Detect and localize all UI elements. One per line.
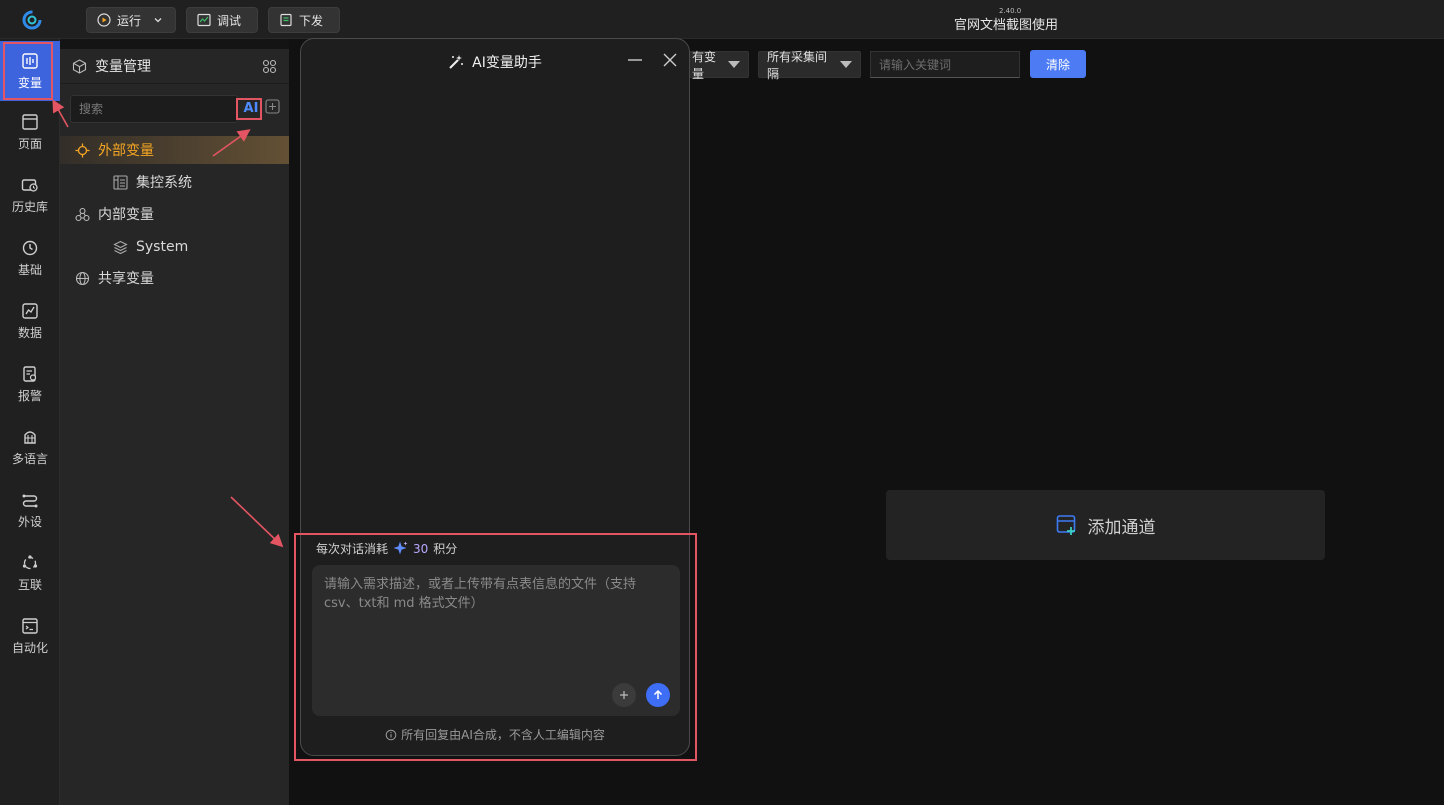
ai-disclaimer: 所有回复由AI合成，不含人工编辑内容 <box>301 726 689 743</box>
variable-panel-header: 变量管理 <box>60 49 289 84</box>
run-button[interactable]: 运行 <box>86 7 176 33</box>
layers-icon <box>113 240 128 254</box>
magic-wand-icon <box>449 55 464 69</box>
nav-label: 报警 <box>17 388 42 403</box>
nav-label: 数据 <box>17 325 42 340</box>
cost-value: 30 <box>413 541 429 556</box>
basic-icon <box>22 240 38 255</box>
send-button[interactable] <box>646 683 670 707</box>
arrow-up-icon <box>653 689 663 699</box>
nav-item-peripheral[interactable]: 外设 <box>0 480 60 540</box>
clear-button[interactable]: 清除 <box>1030 50 1086 78</box>
variable-panel: 变量管理 AI 外部变量 集控系统 内部变量 System 共享变量 <box>60 49 289 805</box>
disclaimer-text: 所有回复由AI合成，不含人工编辑内容 <box>401 728 605 742</box>
cost-info: 每次对话消耗 30 积分 <box>316 540 457 557</box>
nav-item-interconnect[interactable]: 互联 <box>0 543 60 603</box>
nav-item-data[interactable]: 数据 <box>0 291 60 351</box>
add-channel-button[interactable]: 添加通道 <box>886 490 1325 560</box>
target-icon <box>75 143 90 157</box>
play-icon <box>97 13 111 27</box>
nav-label: 自动化 <box>11 640 48 655</box>
variable-panel-title: 变量管理 <box>95 59 151 75</box>
attach-file-button[interactable] <box>612 683 636 707</box>
nav-label: 基础 <box>17 262 42 277</box>
tree-item-label: 共享变量 <box>98 271 154 287</box>
ai-assistant-dialog: AI变量助手 每次对话消耗 30 积分 所有回复由AI合成，不含人工编辑内容 <box>300 38 690 756</box>
debug-button[interactable]: 调试 <box>186 7 258 33</box>
cube-icon <box>72 58 87 74</box>
nav-label: 变量 <box>17 75 42 90</box>
language-icon <box>24 430 36 444</box>
chat-input-box <box>312 565 680 716</box>
nav-label: 页面 <box>17 136 42 151</box>
add-channel-label: 添加通道 <box>1087 517 1156 538</box>
page-icon <box>22 113 38 130</box>
close-icon[interactable] <box>661 51 679 69</box>
data-icon <box>22 302 38 319</box>
add-icon[interactable] <box>265 99 280 114</box>
tree-item-shared-variables[interactable]: 共享变量 <box>60 264 289 292</box>
nav-label: 外设 <box>17 514 42 529</box>
nav-item-language[interactable]: 多语言 <box>0 417 60 477</box>
grid-icon[interactable] <box>262 59 277 74</box>
nav-item-page[interactable]: 页面 <box>0 102 60 162</box>
nav-label: 历史库 <box>11 199 48 214</box>
chevron-down-icon <box>154 18 162 23</box>
debug-icon <box>197 13 211 27</box>
variable-icon <box>22 52 38 69</box>
info-icon <box>385 729 397 740</box>
tree-item-label: 内部变量 <box>98 207 154 223</box>
ai-label: AI <box>243 100 259 116</box>
interval-filter-select[interactable]: 所有采集间隔 <box>758 50 861 81</box>
peripheral-icon <box>22 494 38 507</box>
minimize-icon[interactable] <box>626 51 644 69</box>
automation-icon <box>22 617 38 634</box>
nodes-icon <box>75 207 90 221</box>
nav-item-automation[interactable]: 自动化 <box>0 606 60 666</box>
tree-item-system[interactable]: System <box>60 233 289 261</box>
nav-item-alarm[interactable]: 报警 <box>0 354 60 414</box>
deploy-button[interactable]: 下发 <box>268 7 340 33</box>
plus-icon <box>620 691 628 699</box>
tree-item-label: 集控系统 <box>136 175 192 191</box>
run-label: 运行 <box>117 13 142 28</box>
caret-down-icon <box>728 61 740 68</box>
keyword-input[interactable] <box>870 51 1020 78</box>
interconnect-icon <box>22 554 38 569</box>
globe-icon <box>75 271 90 285</box>
tree-item-label: System <box>136 239 189 255</box>
deploy-icon <box>280 13 292 27</box>
search-row: AI <box>70 95 320 123</box>
tree-item-internal-variables[interactable]: 内部变量 <box>60 200 289 228</box>
app-logo-icon <box>22 10 42 30</box>
nav-item-basic[interactable]: 基础 <box>0 228 60 288</box>
system-panel-icon <box>113 174 128 190</box>
cost-prefix: 每次对话消耗 <box>316 542 389 556</box>
search-input[interactable] <box>70 95 238 123</box>
tree-item-label: 外部变量 <box>98 143 154 159</box>
nav-label: 多语言 <box>11 451 48 466</box>
nav-label: 互联 <box>17 577 42 592</box>
top-bar: 运行 调试 下发 2.40.0 官网文档截图使用 <box>0 0 1444 39</box>
ai-dialog-title: AI变量助手 <box>472 55 542 71</box>
history-icon <box>21 178 38 192</box>
interval-filter-value: 所有采集间隔 <box>767 49 828 81</box>
caret-down-icon <box>840 61 852 68</box>
sparkle-icon <box>393 541 408 555</box>
nav-item-history[interactable]: 历史库 <box>0 165 60 225</box>
debug-label: 调试 <box>217 13 242 28</box>
tree-item-external-variables[interactable]: 外部变量 <box>60 136 289 164</box>
chat-input[interactable] <box>312 565 680 675</box>
nav-item-variable[interactable]: 变量 <box>0 41 60 101</box>
add-channel-icon <box>1056 515 1075 535</box>
tree-item-central-control[interactable]: 集控系统 <box>60 168 289 196</box>
app-window: 运行 调试 下发 2.40.0 官网文档截图使用 变量 页面 历史库 基础 数据… <box>0 0 1444 805</box>
alarm-icon <box>23 365 37 382</box>
ai-assistant-button[interactable]: AI <box>240 97 262 119</box>
cost-unit: 积分 <box>433 542 458 556</box>
app-title: 官网文档截图使用 <box>954 18 1059 33</box>
left-nav: 变量 页面 历史库 基础 数据 报警 多语言 外设 互联 自动化 <box>0 39 60 805</box>
deploy-label: 下发 <box>299 13 324 28</box>
